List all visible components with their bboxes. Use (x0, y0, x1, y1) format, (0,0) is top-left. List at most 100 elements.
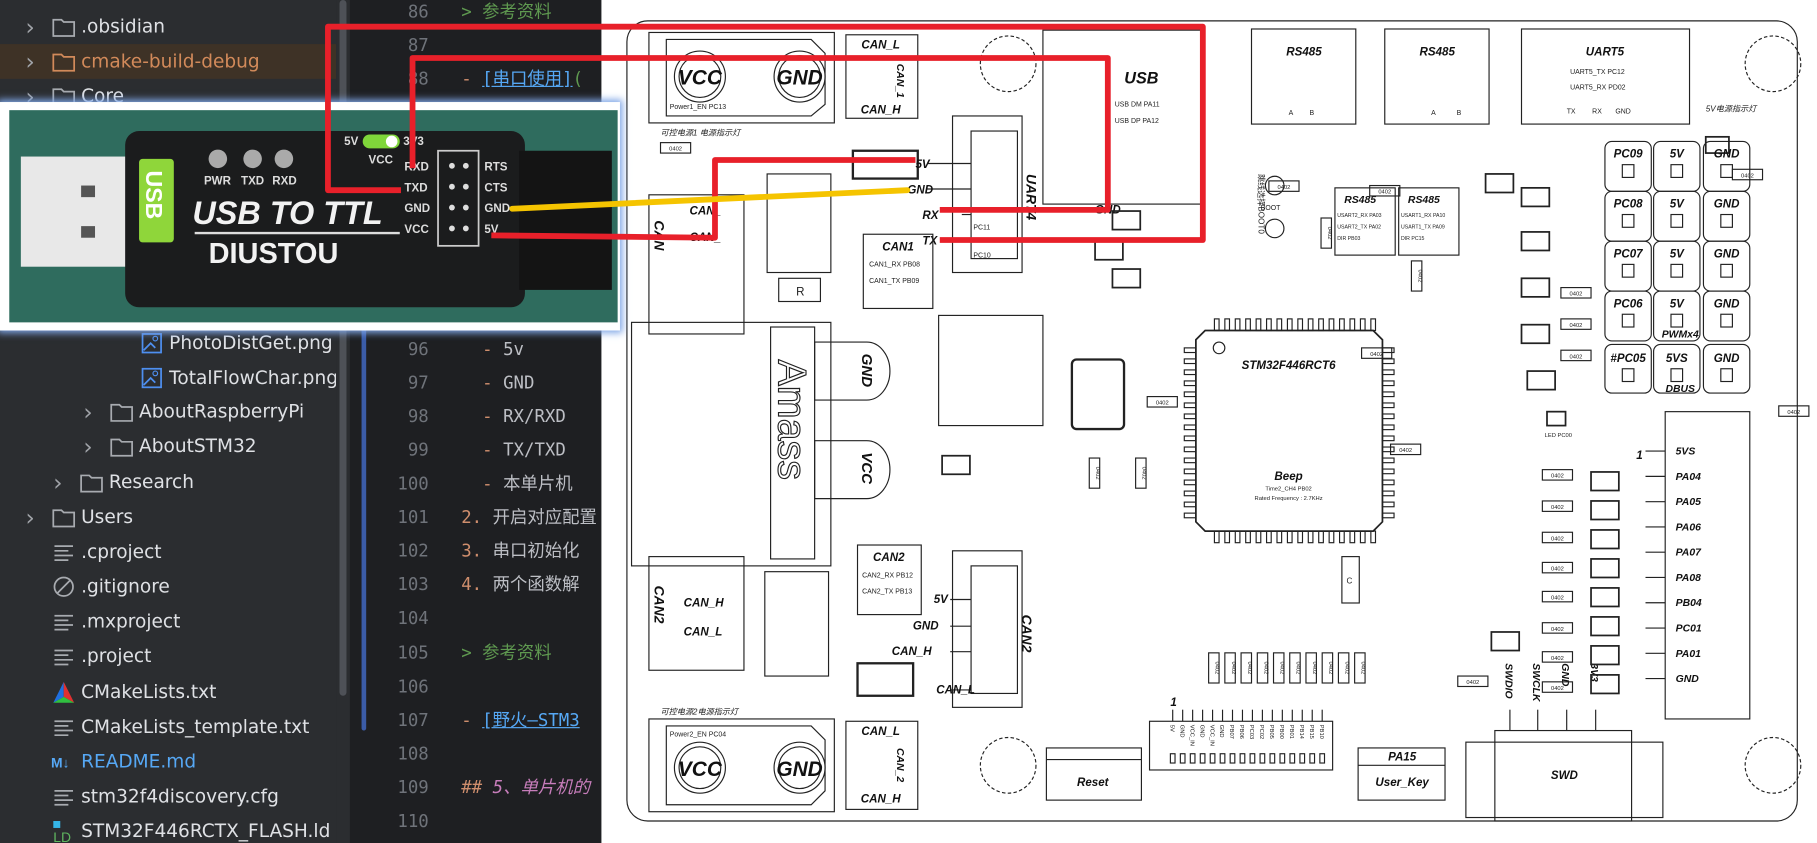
header-pin (449, 225, 455, 232)
header-pin (462, 162, 469, 169)
can2-tx: CAN2_TX PB13 (862, 589, 912, 596)
swd-title: SWD (1551, 770, 1579, 782)
resistor-label: 0402 (1551, 596, 1564, 602)
pwm-pin-label: 5V (1670, 248, 1685, 260)
tree-item[interactable]: › Research (0, 465, 336, 500)
editor-line[interactable]: 86 > 参考资料 (350, 0, 601, 29)
editor-line[interactable]: 110 (350, 805, 601, 839)
pin-pad (1670, 368, 1684, 383)
tree-item[interactable]: LD STM32F446RCTX_FLASH.ld (0, 814, 336, 843)
mcu-pin (1381, 413, 1395, 420)
power2-en-label: Power2_EN PC04 (670, 731, 726, 738)
tree-item[interactable]: › Users (0, 500, 336, 535)
line-text: - [串口使用]( (461, 63, 583, 97)
line-text: 3. 串口初始化 (461, 535, 579, 569)
diode (1590, 616, 1620, 637)
tree-item[interactable]: M↓ README.md (0, 744, 336, 779)
user-key-button[interactable]: PA15 User_Key (1357, 747, 1446, 801)
mcu: STM32F446RCT6 Beep Time2_CH4 PB02 Rated … (1183, 318, 1395, 544)
resistor-label: 0402 (1295, 661, 1301, 674)
line-text: ## 5、单片机的 (461, 771, 590, 805)
uart4-gnd-label: GND (907, 185, 933, 197)
can1-terminal-h: CAN_H (861, 105, 902, 117)
tree-item[interactable]: › AboutRaspberryPi (0, 394, 336, 429)
markdown-link[interactable]: [野火—STM3 (482, 709, 580, 730)
editor-line[interactable]: 106 (350, 670, 601, 704)
can-left-l: CAN_ (689, 232, 721, 244)
tree-item-label: cmake-build-debug (81, 49, 260, 72)
tree-item[interactable]: .gitignore (0, 569, 336, 604)
pwm-pin-label: GND (1714, 149, 1740, 161)
editor-line[interactable]: 88 - [串口使用]( (350, 63, 601, 97)
photo-image: USB PWR TXD RXD 5V 3V3 VCC USB TO TTL DI… (9, 110, 618, 323)
mcu-label: STM32F446RCT6 (1242, 360, 1336, 372)
resistor-0402: 0402 (659, 142, 692, 154)
line-number: 96 (407, 338, 429, 360)
text-span: 4. (461, 574, 493, 596)
power1-gnd-label: GND (776, 67, 822, 90)
header-pin (1289, 753, 1296, 764)
switch-3v3-label: 3V3 (403, 136, 424, 148)
editor-line[interactable]: 96 - 5v (350, 333, 601, 367)
header-pin (1179, 753, 1186, 764)
chevron-right-icon[interactable]: › (25, 9, 34, 44)
tree-item[interactable]: CMakeLists_template.txt (0, 710, 336, 745)
editor-line[interactable]: 108 (350, 737, 601, 771)
editor-line[interactable]: 97 - GND (350, 366, 601, 400)
amass-gnd: GND (858, 354, 875, 388)
power2-gnd-label: GND (776, 758, 822, 781)
tree-item[interactable]: › .obsidian (0, 9, 336, 44)
resistor-label: 0402 (1551, 474, 1564, 480)
uart4-pc11-label: PC11 (973, 225, 990, 232)
tree-item[interactable]: › cmake-build-debug (0, 44, 337, 79)
resistor-label: 0402 (1551, 567, 1564, 573)
tree-item[interactable]: .cproject (0, 535, 336, 570)
header-pin (1169, 753, 1176, 764)
led-pc00 (1546, 410, 1567, 427)
tree-item[interactable]: CMakeLists.txt (0, 675, 336, 710)
right-header-pin1: 1 (1636, 450, 1642, 462)
editor-line[interactable]: 103 4. 两个函数解 (350, 569, 601, 603)
tree-item[interactable]: .mxproject (0, 604, 336, 639)
editor-line[interactable]: 98 - RX/RXD (350, 400, 601, 434)
chevron-right-icon[interactable]: › (53, 465, 62, 500)
line-number: 108 (397, 743, 429, 764)
mcu-pin (1359, 530, 1366, 544)
reset-button[interactable]: Reset (1045, 747, 1142, 801)
editor-line[interactable]: 104 (350, 602, 601, 636)
tree-item[interactable]: TotalFlowChar.png (0, 361, 336, 396)
editor-line[interactable]: 87 (350, 29, 601, 63)
right-header-pin-label: PB04 (1676, 598, 1702, 609)
header-pin (462, 225, 469, 232)
chevron-right-icon[interactable]: › (25, 500, 34, 535)
tree-item[interactable]: PhotoDistGet.png (0, 326, 336, 361)
mcu-pin (1183, 347, 1197, 354)
pin-pad (1621, 164, 1635, 178)
editor-line[interactable]: 99 - TX/TXD (350, 434, 601, 468)
tree-item[interactable]: stm32f4discovery.cfg (0, 779, 336, 814)
can1-terminal-name: CAN_1 (894, 64, 905, 98)
resistor-label: 0402 (1262, 661, 1268, 674)
chevron-right-icon[interactable]: › (83, 429, 92, 464)
editor-line[interactable]: 100 - 本单片机 (350, 467, 601, 501)
mcu-pin (1213, 318, 1220, 332)
editor-line[interactable]: 102 3. 串口初始化 (350, 535, 601, 569)
pin-label-right: CTS (484, 182, 507, 194)
line-number: 97 (407, 372, 429, 393)
tree-item[interactable]: .project (0, 639, 336, 674)
editor-line[interactable]: 107 - [野火—STM3 (350, 703, 601, 737)
editor-line[interactable]: 101 2. 开启对应配置 (350, 501, 601, 535)
rs485-connector-a: RS485 A B (1250, 28, 1357, 125)
chevron-right-icon[interactable]: › (83, 394, 92, 429)
tree-item[interactable]: › AboutSTM32 (0, 429, 336, 464)
chevron-right-icon[interactable]: › (25, 44, 34, 79)
resistor-0402: 0402 (1541, 561, 1574, 574)
markdown-link[interactable]: [串口使用] (482, 69, 572, 90)
editor-line[interactable]: 105 > 参考资料 (350, 636, 601, 670)
tree-item-label: README.md (81, 750, 197, 773)
editor-line[interactable]: 109 ## 5、单片机的 (350, 771, 601, 805)
diode (1590, 529, 1620, 550)
resistor-label: 0402 (1570, 354, 1583, 360)
pin-pad (1720, 213, 1733, 228)
capacitor: C (1341, 556, 1360, 604)
